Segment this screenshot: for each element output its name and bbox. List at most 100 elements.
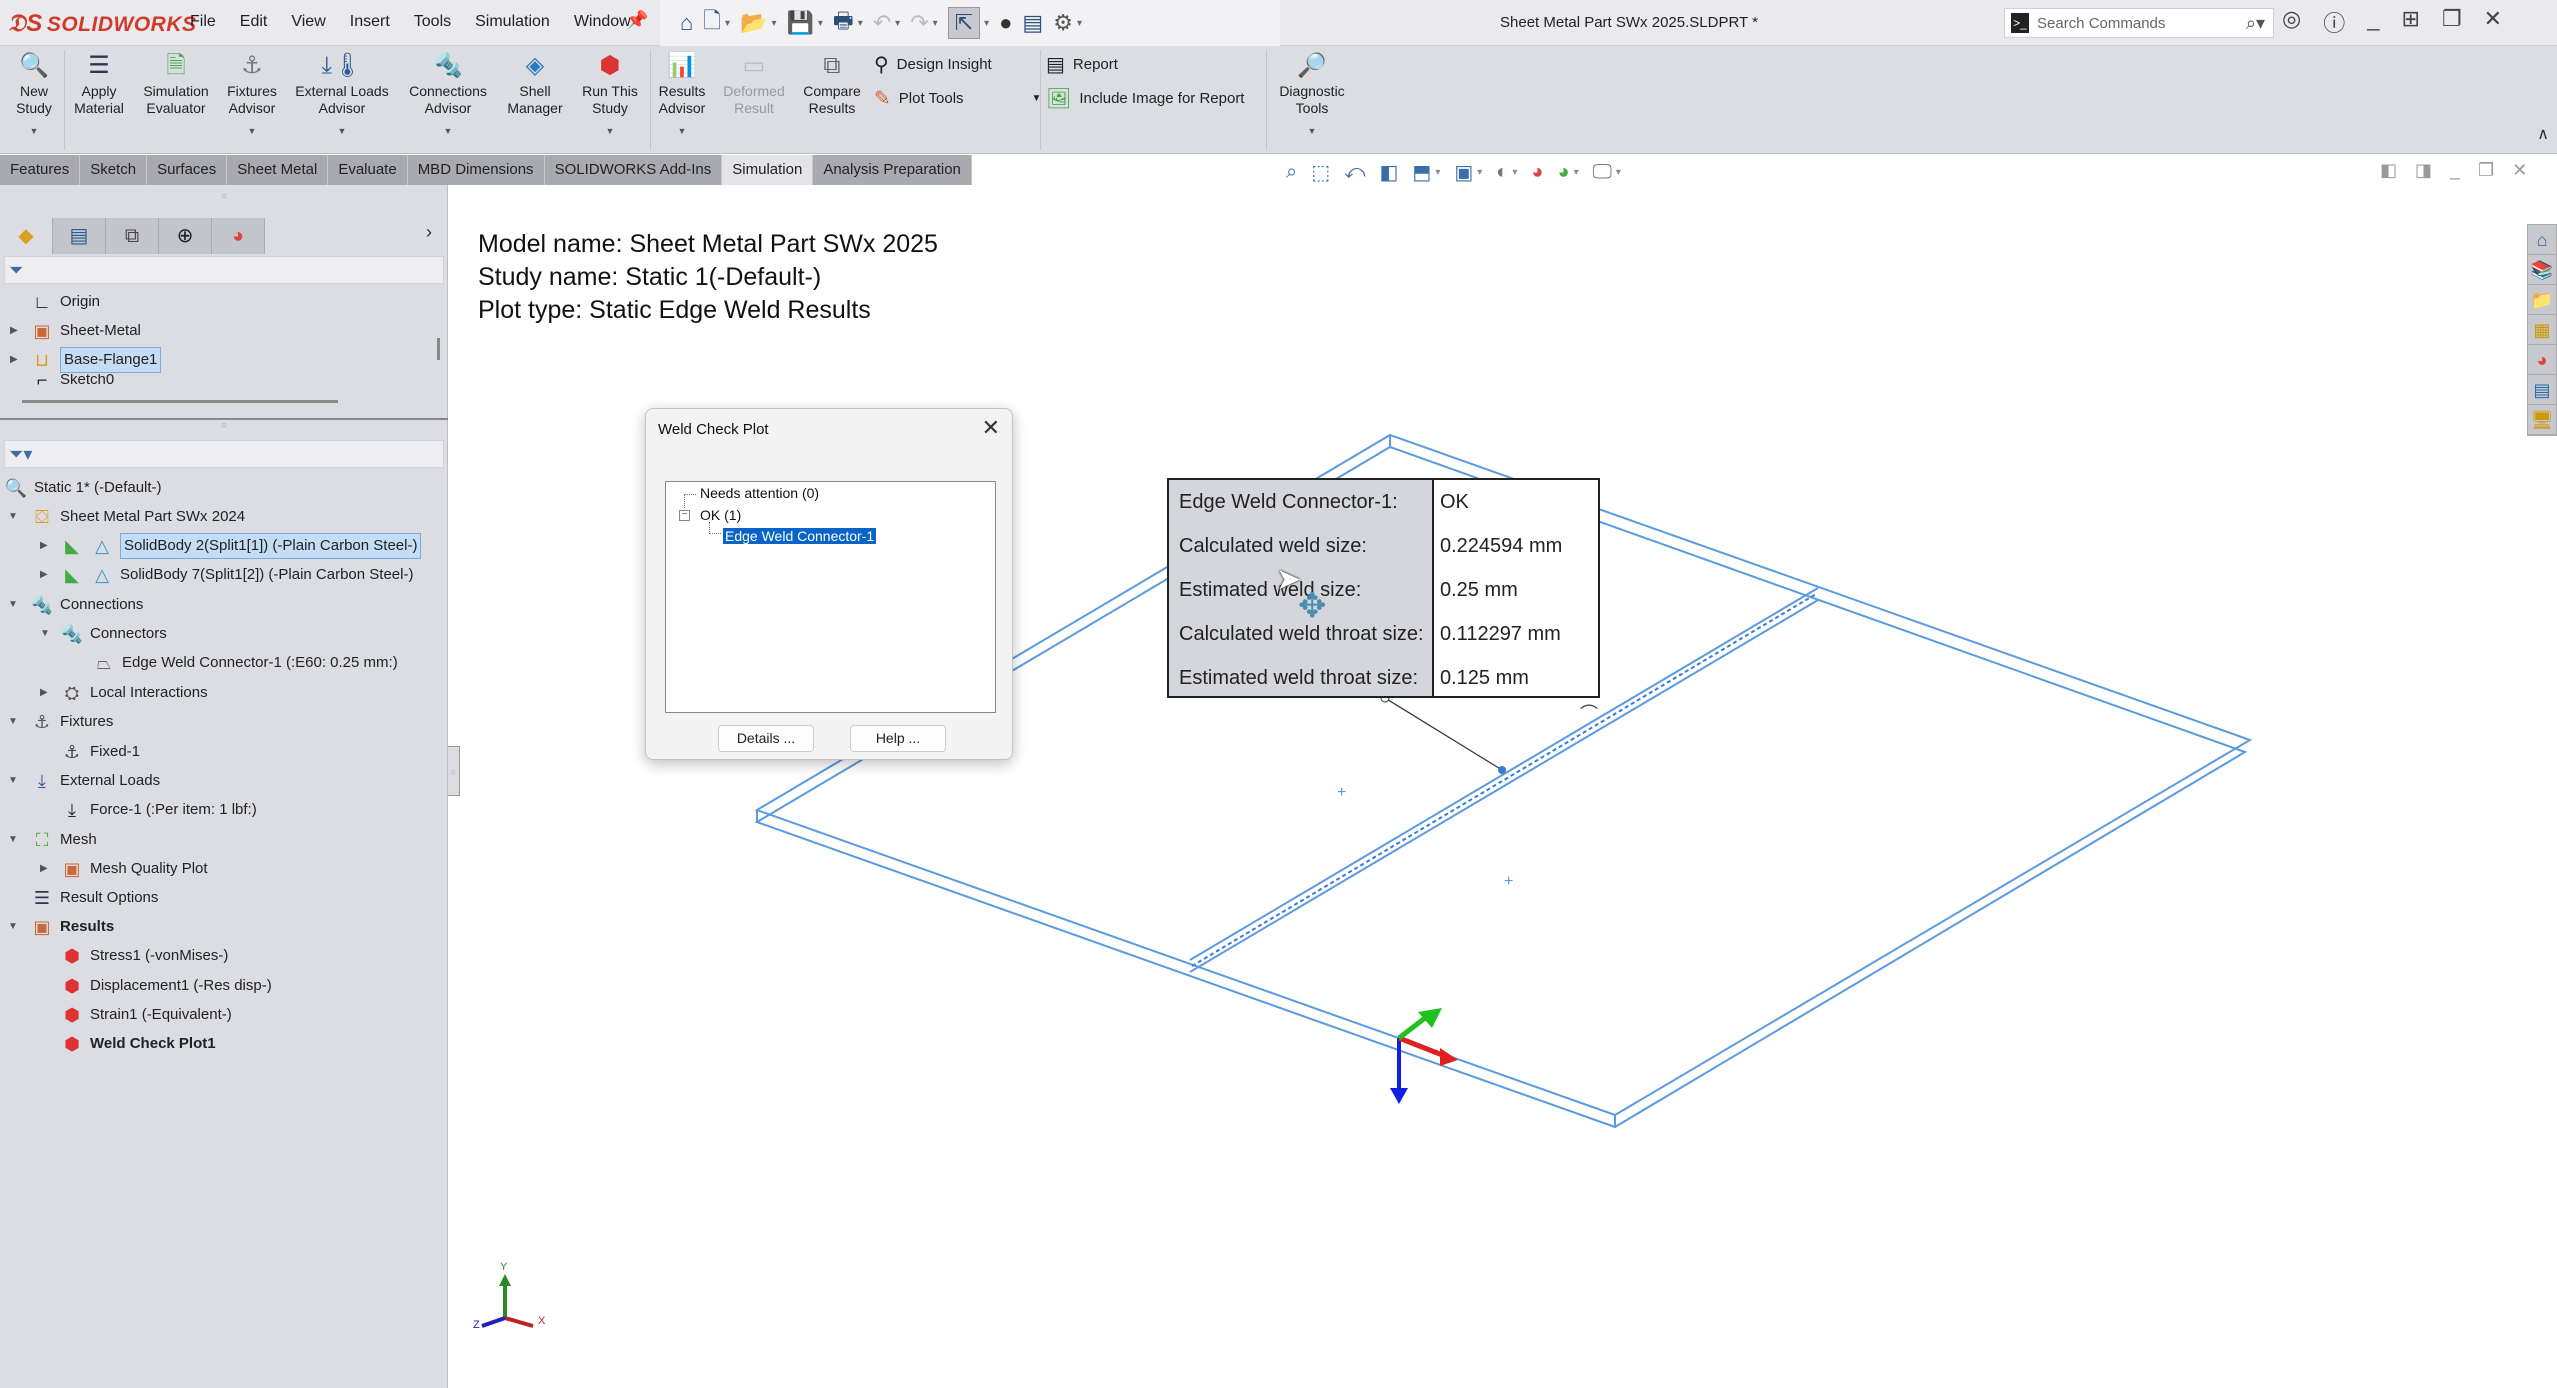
help-button[interactable]: Help ... <box>850 725 946 752</box>
tree-item-stress1[interactable]: ⬢ Stress1 (-vonMises-) <box>60 944 228 968</box>
tree-item-displacement1[interactable]: ⬢ Displacement1 (-Res disp-) <box>60 974 272 998</box>
dialog-close-button[interactable]: ✕ <box>982 415 1000 441</box>
collapse-arrow-icon[interactable]: ▼ <box>8 505 18 529</box>
expand-arrow-icon[interactable]: ▶ <box>40 681 48 705</box>
external-loads-icon: ⤓ <box>38 771 46 791</box>
tree-item-fixed-1[interactable]: ⚓ Fixed-1 <box>60 740 140 764</box>
part-icon: ⛋ <box>35 507 49 527</box>
feature-tree-filter[interactable]: ⏷ <box>4 256 444 284</box>
custom-properties-icon[interactable]: ▤ <box>2528 375 2556 405</box>
model-name-text: Model name: Sheet Metal Part SWx 2025 <box>478 230 938 258</box>
tree-item-sketch0[interactable]: ⌐ Sketch0 <box>30 374 114 386</box>
collapse-arrow-icon[interactable]: ▼ <box>8 915 18 939</box>
tree-item-solidbody-7[interactable]: ▶ ◣ △ SolidBody 7(Split1[2]) (-Plain Carbon… <box>40 563 413 587</box>
vertical-scrollbar[interactable] <box>437 338 440 360</box>
panel-collapse-handle[interactable]: ○ <box>448 746 460 796</box>
expand-arrow-icon[interactable]: ▶ <box>10 319 18 343</box>
collapse-arrow-icon[interactable]: ▼ <box>8 828 18 852</box>
tree-item-local-interactions[interactable]: ▶ ⛭ Local Interactions <box>40 681 208 705</box>
featuremanager-tab-icon[interactable]: ◆ <box>0 218 53 254</box>
view-settings-dropdown-icon[interactable]: ▾ <box>1616 167 1621 178</box>
expand-arrow-icon[interactable]: ▶ <box>10 348 18 372</box>
apply-scene-icon[interactable]: ◕ <box>1558 161 1570 184</box>
tree-item-mesh[interactable]: ▼ ⛶ Mesh <box>8 828 97 852</box>
forum-icon[interactable]: 🖥 <box>2528 405 2556 435</box>
view-orientation-icon[interactable]: ⬒ <box>1412 160 1431 185</box>
tree-item-force-1[interactable]: ⤓ Force-1 (:Per item: 1 lbf:) <box>60 798 257 822</box>
tree-item-study[interactable]: 🔍 Static 1* (-Default-) <box>4 476 162 500</box>
view-triad-y-label: Y <box>500 1261 508 1273</box>
appearances-icon[interactable]: ◕ <box>2528 345 2556 375</box>
tree-item-strain1[interactable]: ⬢ Strain1 (-Equivalent-) <box>60 1003 232 1027</box>
weld-check-tree[interactable]: Needs attention (0) − OK (1) Edge Weld C… <box>665 481 996 713</box>
horizontal-scrollbar[interactable] <box>22 400 338 403</box>
expand-arrow-icon[interactable]: ▶ <box>40 857 48 881</box>
configurationmanager-tab-icon[interactable]: ⧉ <box>106 218 159 254</box>
tree-item-external-loads[interactable]: ▼ ⤓ External Loads <box>8 769 160 793</box>
mesh-icon: ⛶ <box>35 830 49 850</box>
plot-type-text: Plot type: Static Edge Weld Results <box>478 296 871 324</box>
collapse-ok-icon[interactable]: − <box>679 510 690 521</box>
panel-splitter-grip[interactable]: ○ <box>0 418 448 436</box>
tree-item-base-flange1[interactable]: ▶ ⊔ Base-Flange1 <box>10 347 162 373</box>
calculated-throat-size-value: 0.112297 mm <box>1440 623 1561 645</box>
tree-edge-weld-connector[interactable]: Edge Weld Connector-1 <box>723 528 877 544</box>
tree-item-connectors[interactable]: ▼ 🔩 Connectors <box>40 622 167 646</box>
details-button[interactable]: Details ... <box>718 725 814 752</box>
doc-restore-icon[interactable]: ❐ <box>2478 160 2494 181</box>
displaymanager-tab-icon[interactable]: ◕ <box>212 218 265 254</box>
file-explorer-icon[interactable]: 📁 <box>2528 285 2556 315</box>
collapse-arrow-icon[interactable]: ▼ <box>40 622 50 646</box>
zoom-to-fit-icon[interactable]: ⌕ <box>1286 161 1297 184</box>
design-library-icon[interactable]: 📚 <box>2528 255 2556 285</box>
tree-ok-group[interactable]: OK (1) <box>700 507 741 523</box>
collapse-arrow-icon[interactable]: ▼ <box>8 593 18 617</box>
plot-folder-icon: ▣ <box>63 859 81 879</box>
display-style-dropdown-icon[interactable]: ▾ <box>1477 167 1482 178</box>
mesh-body-icon: ◣ <box>65 565 79 585</box>
tree-item-results[interactable]: ▼ ▣ Results <box>8 915 114 939</box>
tree-item-sheet-metal[interactable]: ▶ ▣ Sheet-Metal <box>10 319 141 343</box>
hide-show-dropdown-icon[interactable]: ▾ <box>1512 167 1517 178</box>
doc-close-icon[interactable]: ✕ <box>2512 160 2527 181</box>
weld-result-callout[interactable]: Edge Weld Connector-1: Calculated weld s… <box>1167 478 1600 698</box>
edit-appearance-icon[interactable]: ◕ <box>1531 161 1543 184</box>
triad-x-arrow <box>1440 1048 1458 1066</box>
tree-item-weld-check-plot1[interactable]: ⬢ Weld Check Plot1 <box>60 1032 215 1056</box>
expand-panel-icon[interactable]: › <box>426 222 432 243</box>
tree-item-result-options[interactable]: ☰ Result Options <box>30 886 158 910</box>
hide-show-items-icon[interactable]: ◐ <box>1496 161 1508 184</box>
collapse-arrow-icon[interactable]: ▼ <box>8 710 18 734</box>
tree-item-fixtures[interactable]: ▼ ⚓ Fixtures <box>8 710 113 734</box>
zoom-to-area-icon[interactable]: ⬚ <box>1311 160 1330 185</box>
stress-plot-icon: ⬢ <box>64 946 80 966</box>
tile-left-icon[interactable]: ◧ <box>2380 160 2397 181</box>
solidworks-resources-icon[interactable]: ⌂ <box>2528 225 2556 255</box>
propertymanager-tab-icon[interactable]: ▤ <box>53 218 106 254</box>
panel-splitter-grip[interactable]: ○ <box>0 191 448 209</box>
tree-item-origin[interactable]: ∟ Origin <box>30 290 100 314</box>
view-orientation-dropdown-icon[interactable]: ▾ <box>1435 167 1440 178</box>
doc-minimize-icon[interactable]: _ <box>2450 160 2460 181</box>
tree-item-part[interactable]: ▼ ⛋ Sheet Metal Part SWx 2024 <box>8 505 245 529</box>
tree-needs-attention[interactable]: Needs attention (0) <box>700 485 819 501</box>
collapse-arrow-icon[interactable]: ▼ <box>8 769 18 793</box>
view-settings-icon[interactable]: 🖵 <box>1593 161 1612 184</box>
expand-arrow-icon[interactable]: ▶ <box>40 563 48 587</box>
estimated-weld-size-value: 0.25 mm <box>1440 579 1518 601</box>
study-tree-filter[interactable]: ⏷▾ <box>4 440 444 468</box>
previous-view-icon[interactable]: ⤺ <box>1344 161 1365 184</box>
result-options-icon: ☰ <box>33 888 51 908</box>
tree-item-mesh-quality-plot[interactable]: ▶ ▣ Mesh Quality Plot <box>40 857 208 881</box>
tile-right-icon[interactable]: ◨ <box>2415 160 2432 181</box>
display-style-icon[interactable]: ▣ <box>1454 160 1473 185</box>
dimxpert-tab-icon[interactable]: ⊕ <box>159 218 212 254</box>
tree-item-solidbody-2[interactable]: ▶ ◣ △ SolidBody 2(Split1[1]) (-Plain Carbon… <box>40 533 422 559</box>
weld-check-plot-dialog: Weld Check Plot ✕ Needs attention (0) − … <box>645 408 1013 760</box>
view-palette-icon[interactable]: ▦ <box>2528 315 2556 345</box>
tree-item-edge-weld[interactable]: ⏢ Edge Weld Connector-1 (:E60: 0.25 mm:) <box>92 651 398 675</box>
section-view-icon[interactable]: ◧ <box>1380 160 1399 185</box>
expand-arrow-icon[interactable]: ▶ <box>40 534 48 558</box>
apply-scene-dropdown-icon[interactable]: ▾ <box>1574 167 1579 178</box>
tree-item-connections[interactable]: ▼ 🔩 Connections <box>8 593 143 617</box>
